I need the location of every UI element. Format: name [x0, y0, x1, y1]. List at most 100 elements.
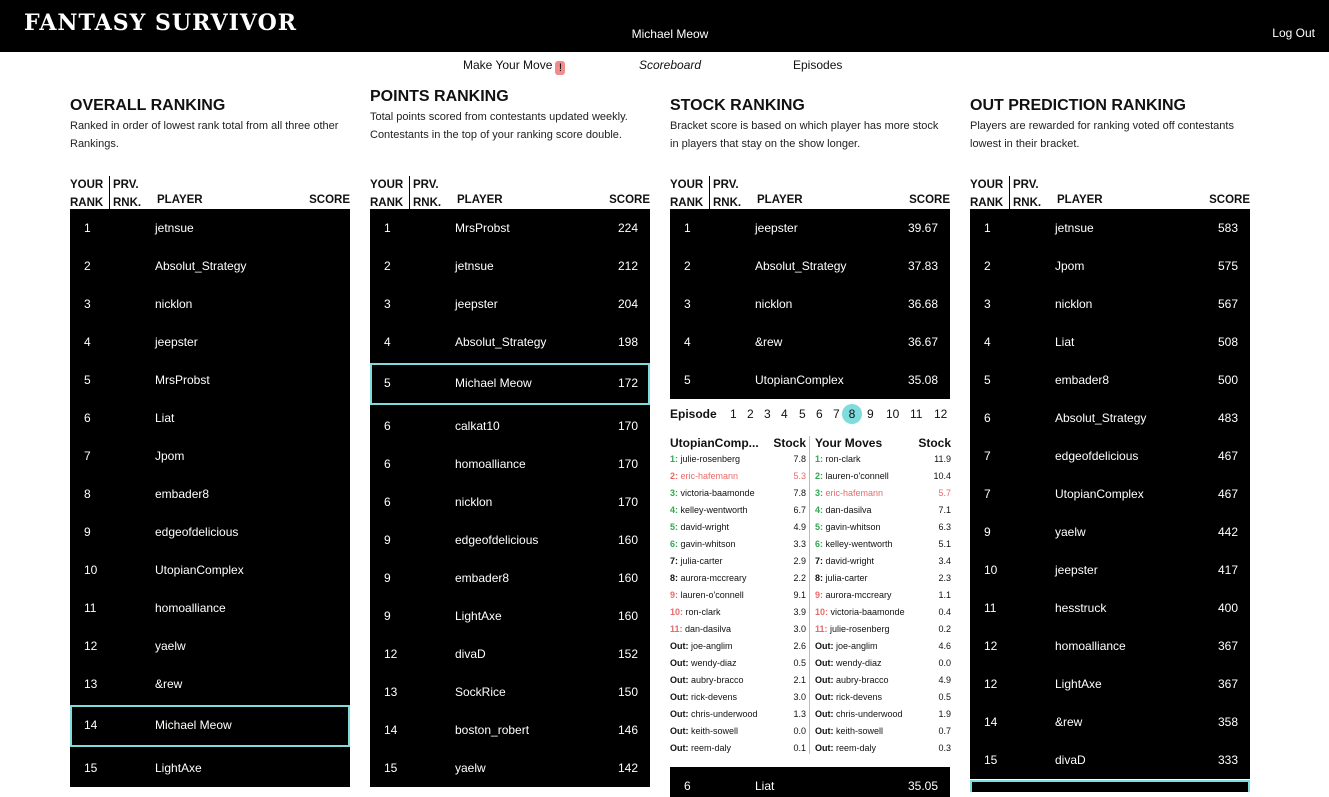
table-row[interactable]: 2 jetnsue 212 [370, 247, 650, 285]
table-row[interactable]: 3 nicklon 567 [970, 285, 1250, 323]
move-row[interactable]: Out: chris-underwood 1.3 [670, 709, 806, 726]
table-row[interactable]: 9 edgeofdelicious [70, 513, 350, 551]
move-row[interactable]: 2: lauren-o'connell 10.4 [815, 471, 951, 488]
scoreboard-link[interactable]: Scoreboard [639, 58, 701, 72]
move-row[interactable]: 6: gavin-whitson 3.3 [670, 539, 806, 556]
table-row[interactable]: 9 edgeofdelicious 160 [370, 521, 650, 559]
table-row[interactable]: 7 Jpom [70, 437, 350, 475]
table-row[interactable]: 7 UtopianComplex 467 [970, 475, 1250, 513]
episode-4-button[interactable]: 4 [781, 407, 788, 421]
move-row[interactable]: 10: ron-clark 3.9 [670, 607, 806, 624]
table-row[interactable]: 5 MrsProbst [70, 361, 350, 399]
episode-9-button[interactable]: 9 [867, 407, 874, 421]
table-row[interactable]: 14 &rew 358 [970, 703, 1250, 741]
table-row[interactable]: 1 jetnsue 583 [970, 209, 1250, 247]
table-row-current-user[interactable]: 14 Michael Meow [70, 705, 350, 747]
table-row[interactable]: 6 Liat [70, 399, 350, 437]
highlighted-row-partial[interactable] [970, 780, 1250, 792]
episode-5-button[interactable]: 5 [799, 407, 806, 421]
table-row[interactable]: 9 embader8 160 [370, 559, 650, 597]
move-row[interactable]: Out: chris-underwood 1.9 [815, 709, 951, 726]
move-row[interactable]: 7: julia-carter 2.9 [670, 556, 806, 573]
table-row[interactable]: 15 yaelw 142 [370, 749, 650, 787]
table-row[interactable]: 8 embader8 [70, 475, 350, 513]
table-row[interactable]: 3 nicklon [70, 285, 350, 323]
table-row[interactable]: 4 jeepster [70, 323, 350, 361]
move-row[interactable]: 5: gavin-whitson 6.3 [815, 522, 951, 539]
move-row[interactable]: 4: dan-dasilva 7.1 [815, 505, 951, 522]
table-row[interactable]: 12 divaD 152 [370, 635, 650, 673]
episode-12-button[interactable]: 12 [934, 407, 947, 421]
table-row[interactable]: 12 homoalliance 367 [970, 627, 1250, 665]
table-row[interactable]: 6 calkat10 170 [370, 407, 650, 445]
table-row-current-user[interactable]: 5 Michael Meow 172 [370, 363, 650, 405]
table-row[interactable]: 6 homoalliance 170 [370, 445, 650, 483]
table-row[interactable]: 15 LightAxe [70, 749, 350, 787]
move-row[interactable]: 9: lauren-o'connell 9.1 [670, 590, 806, 607]
table-row[interactable]: 2 Absolut_Strategy 37.83 [670, 247, 950, 285]
episode-8-button[interactable]: 8 [842, 404, 862, 424]
table-row[interactable]: 11 homoalliance [70, 589, 350, 627]
move-row[interactable]: 2: eric-hafemann 5.3 [670, 471, 806, 488]
table-row[interactable]: 6 Liat 35.05 [670, 767, 950, 797]
episode-2-button[interactable]: 2 [747, 407, 754, 421]
move-row[interactable]: Out: wendy-diaz 0.0 [815, 658, 951, 675]
table-row[interactable]: 3 nicklon 36.68 [670, 285, 950, 323]
compared-player-name[interactable]: UtopianComp... [670, 436, 759, 450]
move-row[interactable]: Out: aubry-bracco 4.9 [815, 675, 951, 692]
move-row[interactable]: Out: rick-devens 3.0 [670, 692, 806, 709]
move-row[interactable]: 1: julie-rosenberg 7.8 [670, 454, 806, 471]
move-row[interactable]: 11: julie-rosenberg 0.2 [815, 624, 951, 641]
move-row[interactable]: Out: reem-daly 0.1 [670, 743, 806, 760]
table-row[interactable]: 4 &rew 36.67 [670, 323, 950, 361]
table-row[interactable]: 13 SockRice 150 [370, 673, 650, 711]
table-row[interactable]: 2 Absolut_Strategy [70, 247, 350, 285]
move-row[interactable]: Out: rick-devens 0.5 [815, 692, 951, 709]
table-row[interactable]: 9 LightAxe 160 [370, 597, 650, 635]
table-row[interactable]: 1 jetnsue [70, 209, 350, 247]
move-row[interactable]: 8: julia-carter 2.3 [815, 573, 951, 590]
episode-6-button[interactable]: 6 [816, 407, 823, 421]
table-row[interactable]: 6 nicklon 170 [370, 483, 650, 521]
move-row[interactable]: 6: kelley-wentworth 5.1 [815, 539, 951, 556]
make-your-move-link[interactable]: Make Your Move! [463, 58, 566, 75]
table-row[interactable]: 5 embader8 500 [970, 361, 1250, 399]
move-row[interactable]: 3: eric-hafemann 5.7 [815, 488, 951, 505]
move-row[interactable]: Out: reem-daly 0.3 [815, 743, 951, 760]
episode-10-button[interactable]: 10 [886, 407, 899, 421]
move-row[interactable]: Out: joe-anglim 4.6 [815, 641, 951, 658]
move-row[interactable]: Out: joe-anglim 2.6 [670, 641, 806, 658]
table-row[interactable]: 1 jeepster 39.67 [670, 209, 950, 247]
move-row[interactable]: Out: keith-sowell 0.0 [670, 726, 806, 743]
move-row[interactable]: Out: wendy-diaz 0.5 [670, 658, 806, 675]
table-row[interactable]: 4 Absolut_Strategy 198 [370, 323, 650, 361]
episodes-link[interactable]: Episodes [793, 58, 842, 72]
table-row[interactable]: 15 divaD 333 [970, 741, 1250, 779]
logout-link[interactable]: Log Out [1272, 26, 1315, 40]
table-row[interactable]: 10 jeepster 417 [970, 551, 1250, 589]
table-row[interactable]: 3 jeepster 204 [370, 285, 650, 323]
move-row[interactable]: 4: kelley-wentworth 6.7 [670, 505, 806, 522]
episode-3-button[interactable]: 3 [764, 407, 771, 421]
move-row[interactable]: Out: keith-sowell 0.7 [815, 726, 951, 743]
move-row[interactable]: 3: victoria-baamonde 7.8 [670, 488, 806, 505]
episode-7-button[interactable]: 7 [833, 407, 840, 421]
table-row[interactable]: 2 Jpom 575 [970, 247, 1250, 285]
table-row[interactable]: 12 yaelw [70, 627, 350, 665]
table-row[interactable]: 9 yaelw 442 [970, 513, 1250, 551]
table-row[interactable]: 14 boston_robert 146 [370, 711, 650, 749]
table-row[interactable]: 11 hesstruck 400 [970, 589, 1250, 627]
table-row[interactable]: 10 UtopianComplex [70, 551, 350, 589]
table-row[interactable]: 7 edgeofdelicious 467 [970, 437, 1250, 475]
move-row[interactable]: 8: aurora-mccreary 2.2 [670, 573, 806, 590]
move-row[interactable]: Out: aubry-bracco 2.1 [670, 675, 806, 692]
move-row[interactable]: 1: ron-clark 11.9 [815, 454, 951, 471]
table-row[interactable]: 6 Absolut_Strategy 483 [970, 399, 1250, 437]
table-row[interactable]: 13 &rew [70, 665, 350, 703]
table-row[interactable]: 12 LightAxe 367 [970, 665, 1250, 703]
move-row[interactable]: 11: dan-dasilva 3.0 [670, 624, 806, 641]
table-row[interactable]: 1 MrsProbst 224 [370, 209, 650, 247]
move-row[interactable]: 5: david-wright 4.9 [670, 522, 806, 539]
episode-11-button[interactable]: 11 [910, 407, 922, 421]
move-row[interactable]: 9: aurora-mccreary 1.1 [815, 590, 951, 607]
